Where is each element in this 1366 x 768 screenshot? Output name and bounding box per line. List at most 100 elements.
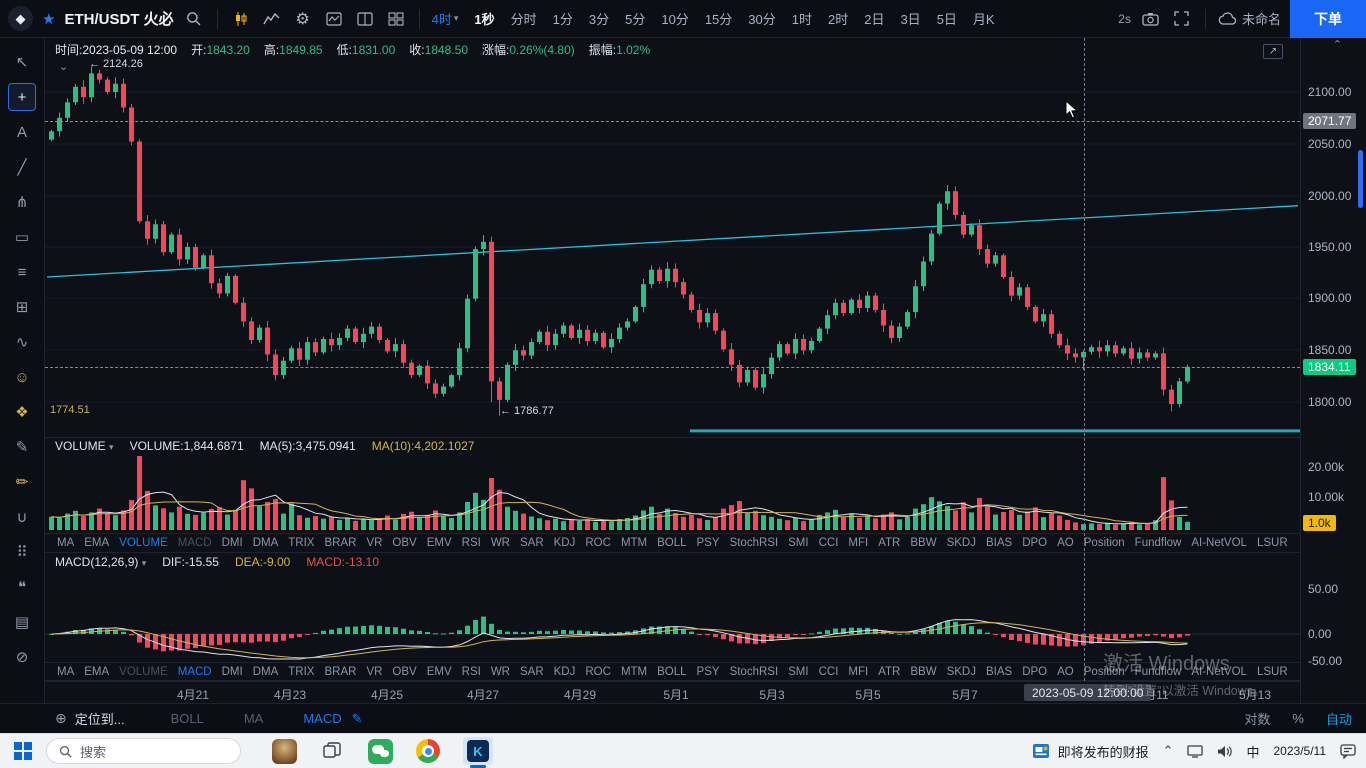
start-button[interactable] [14,742,32,760]
popout-button[interactable]: ↗ [1263,44,1283,59]
shape-sticker-tool-button[interactable]: ❖ [8,398,36,426]
axis-scrollbar[interactable] [1358,150,1363,208]
area-chart-type-icon[interactable] [261,8,283,30]
timeframe-3日[interactable]: 3日 [893,9,927,28]
auto-scale-button[interactable]: 自动 [1326,709,1352,728]
indicator-tab-position[interactable]: Position [1084,537,1125,549]
indicator-tab-smi[interactable]: SMI [788,537,808,549]
comment-tool-button[interactable]: ❝ [8,573,36,601]
edit-indicator-icon[interactable]: ✎ [352,711,363,727]
timeframe-2日[interactable]: 2日 [857,9,891,28]
timeframe-15分[interactable]: 15分 [698,9,739,28]
indicator-panel-icon[interactable] [323,8,345,30]
timeframe-1秒[interactable]: 1秒 [467,9,501,28]
indicator-tab-emv[interactable]: EMV [427,666,452,678]
text-tool-button[interactable]: A [8,118,36,146]
symbol-title[interactable]: ETH/USDT 火必 [64,8,173,29]
timeframe-3分[interactable]: 3分 [582,9,616,28]
indicator-tab-ema[interactable]: EMA [84,666,109,678]
quick-indicator-macd[interactable]: MACD [303,711,341,726]
indicator-tab-wr[interactable]: WR [491,666,510,678]
indicator-tab-dpo[interactable]: DPO [1022,666,1047,678]
indicator-tab-kdj[interactable]: KDJ [554,666,576,678]
indicator-tab-skdj[interactable]: SKDJ [947,666,976,678]
timeframe-分时[interactable]: 分时 [504,9,544,28]
indicator-tab-mfi[interactable]: MFI [848,666,868,678]
indicator-tab-skdj[interactable]: SKDJ [947,537,976,549]
price-line[interactable] [45,121,1300,122]
news-widget[interactable]: 即将发布的财报 [1032,742,1149,761]
pane-divider[interactable] [45,437,1300,438]
indicator-tab-volume[interactable]: VOLUME [119,537,168,549]
split-panel-icon[interactable] [354,8,376,30]
indicator-tab-ma[interactable]: MA [57,666,74,678]
indicator-tab-ai-netvol[interactable]: AI-NetVOL [1191,537,1247,549]
indicator-tab-mtm[interactable]: MTM [621,666,647,678]
indicator-tab-macd[interactable]: MACD [178,666,212,678]
price-axis[interactable]: ⌃ 2100.00 2050.00 2000.00 1950.00 1900.00 185… [1300,38,1366,703]
main-pane-collapse-icon[interactable]: ⌄ [59,60,68,73]
search-icon[interactable] [183,8,205,30]
indicator-tab-bbw[interactable]: BBW [910,666,936,678]
ime-indicator[interactable]: 中 [1246,742,1259,761]
main-chart-canvas[interactable] [45,38,1300,437]
timeframe-5分[interactable]: 5分 [618,9,652,28]
macd-indicator-name[interactable]: MACD(12,26,9) ▾ [55,555,146,569]
indicator-tab-psy[interactable]: PSY [697,537,720,549]
watchlist-star-icon[interactable]: ★ [42,10,55,28]
indicator-tab-sar[interactable]: SAR [520,537,544,549]
indicator-tab-atr[interactable]: ATR [878,666,900,678]
locate-button[interactable]: 定位到... [75,709,125,728]
magnet-tool-button[interactable]: ∪ [8,503,36,531]
date-axis[interactable]: 4月21 4月23 4月25 4月27 4月29 5月1 5月3 5月5 5月7 5月11 5月13… [45,681,1300,703]
indicator-tab-ma[interactable]: MA [57,537,74,549]
layout-grid-icon[interactable] [385,8,407,30]
indicator-tab-fundflow[interactable]: Fundflow [1135,666,1182,678]
cursor-tool-button[interactable]: ↖ [8,48,36,76]
indicator-tab-ao[interactable]: AO [1057,666,1074,678]
indicator-tab-volume[interactable]: VOLUME [119,666,168,678]
indicator-tab-psy[interactable]: PSY [697,666,720,678]
place-order-button[interactable]: 下单 [1290,0,1366,38]
timeframe-2时[interactable]: 2时 [821,9,855,28]
grid-tool-button[interactable]: ⊞ [8,293,36,321]
indicator-tab-atr[interactable]: ATR [878,537,900,549]
timeframe-月K[interactable]: 月K [966,9,1002,28]
indicator-tab-smi[interactable]: SMI [788,666,808,678]
display-icon[interactable] [1187,744,1204,758]
indicator-tab-vr[interactable]: VR [366,666,382,678]
tray-expand-icon[interactable]: ⌃ [1163,743,1174,759]
indicator-tab-obv[interactable]: OBV [392,537,416,549]
channel-tool-button[interactable]: ≡ [8,258,36,286]
indicator-tab-ai-netvol[interactable]: AI-NetVOL [1191,666,1247,678]
chart-area[interactable]: 时间:2023-05-09 12:00 开:1843.20 高:1849.85 低:1… [45,38,1300,703]
price-line[interactable] [45,367,1300,368]
chrome-app-icon[interactable] [415,738,441,764]
indicator-tab-roc[interactable]: ROC [585,666,611,678]
note-panel-tool-button[interactable]: ▤ [8,608,36,636]
timeframe-1时[interactable]: 1时 [785,9,819,28]
timeframe-10分[interactable]: 10分 [654,9,695,28]
indicator-tab-brar[interactable]: BRAR [324,537,356,549]
taskbar-search-input[interactable]: 搜索 [46,738,241,764]
timeframe-1分[interactable]: 1分 [546,9,580,28]
indicator-tab-kdj[interactable]: KDJ [554,537,576,549]
crosshair-tool-button[interactable]: + [8,83,36,111]
indicator-tab-wr[interactable]: WR [491,537,510,549]
remove-drawing-tool-button[interactable]: ⊘ [8,643,36,671]
indicator-tab-vr[interactable]: VR [366,537,382,549]
pitchfork-tool-button[interactable]: ⋔ [8,188,36,216]
indicator-tab-dma[interactable]: DMA [253,537,279,549]
taskbar-clock[interactable]: 2023/5/11 [1274,744,1327,758]
wave-tool-button[interactable]: ∿ [8,328,36,356]
huobi-logo-icon[interactable]: ◆ [8,6,33,31]
indicator-tab-trix[interactable]: TRIX [288,537,314,549]
game-app-icon[interactable] [271,738,297,764]
indicator-tab-rsi[interactable]: RSI [462,537,481,549]
locate-target-icon[interactable]: ⊕ [55,710,67,727]
indicator-tab-dmi[interactable]: DMI [222,537,243,549]
quick-indicator-boll[interactable]: BOLL [171,711,204,726]
volume-indicator-name[interactable]: VOLUME ▾ [55,439,114,453]
indicator-tab-emv[interactable]: EMV [427,537,452,549]
indicator-tab-bias[interactable]: BIAS [986,537,1012,549]
